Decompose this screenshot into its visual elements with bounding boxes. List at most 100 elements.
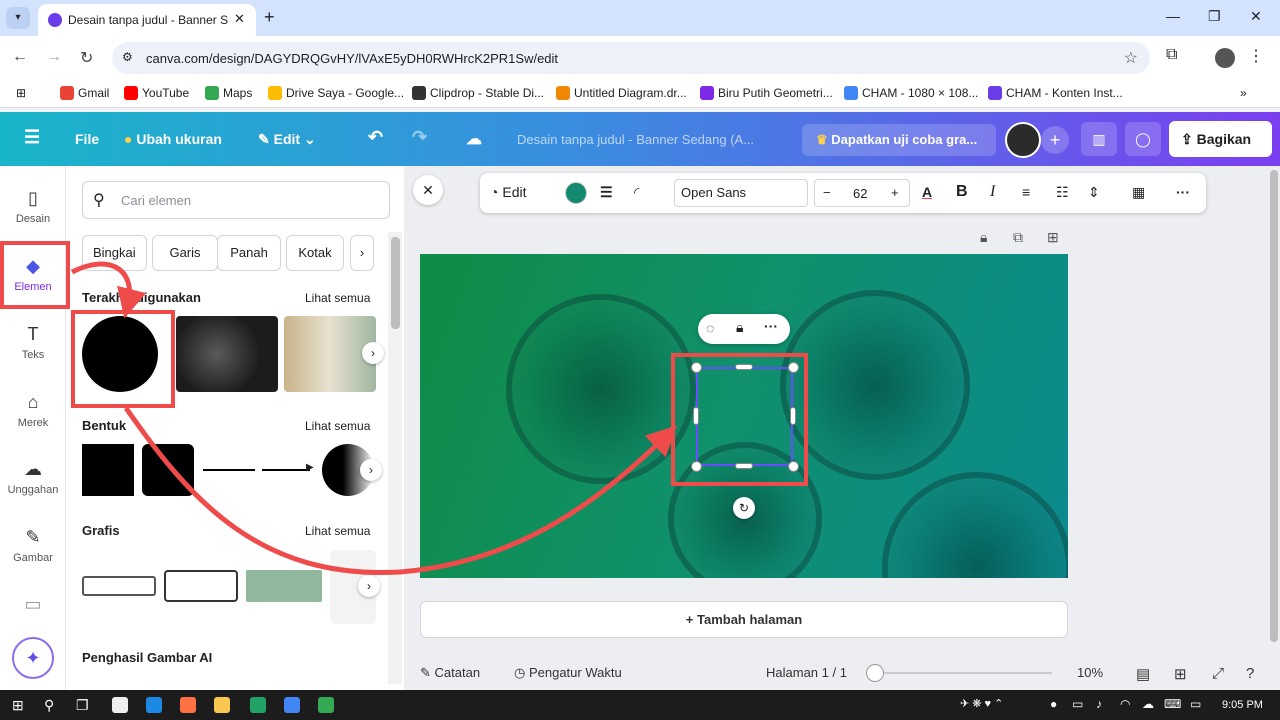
undo-icon[interactable]: ↶ xyxy=(368,127,383,148)
excel-icon[interactable] xyxy=(250,697,266,713)
grid-view-icon[interactable]: ⊞ xyxy=(1174,665,1187,683)
user-avatar[interactable] xyxy=(1005,122,1041,158)
window-close-icon[interactable]: ✕ xyxy=(1250,8,1262,25)
back-icon[interactable]: ← xyxy=(12,48,28,66)
recent-see-all-link[interactable]: Lihat semua xyxy=(305,291,370,305)
volume-icon[interactable]: ♪ xyxy=(1096,697,1102,711)
bookmark-2[interactable]: Maps xyxy=(205,86,252,100)
chip-kotak[interactable]: Kotak xyxy=(286,235,344,271)
restore-icon[interactable]: ❐ xyxy=(1208,8,1221,25)
rail-item-desain[interactable]: ▯ Desain xyxy=(0,188,66,225)
chip-bingkai[interactable]: Bingkai xyxy=(82,235,147,271)
chip-garis[interactable]: Garis xyxy=(152,235,218,271)
share-button[interactable]: ⇪ Bagikan xyxy=(1169,121,1272,157)
graphic-outline-rect-2[interactable] xyxy=(164,570,238,602)
more-options-icon[interactable]: ··· xyxy=(1176,184,1190,200)
bookmark-8[interactable]: CHAM - Konten Inst... xyxy=(988,86,1123,100)
analytics-button[interactable]: ▥ xyxy=(1081,122,1117,156)
resize-button[interactable]: ● Ubah ukuran xyxy=(124,131,222,147)
close-tab-icon[interactable]: ✕ xyxy=(234,11,245,27)
tab-search-button[interactable]: ▾ xyxy=(6,7,30,29)
free-trial-button[interactable]: ♛ Dapatkan uji coba gra... xyxy=(802,124,996,156)
transparency-icon[interactable]: ▦ xyxy=(1132,184,1145,201)
taskbar-clock[interactable]: 9:05 PM xyxy=(1222,699,1263,711)
shapes-see-all-link[interactable]: Lihat semua xyxy=(305,419,370,433)
rail-item-teks[interactable]: T Teks xyxy=(0,324,66,361)
chrome-active-icon[interactable] xyxy=(318,697,334,713)
add-page-icon[interactable]: ⊞ xyxy=(1047,229,1059,246)
url-omnibox[interactable]: ⚙ canva.com/design/DAGYDRQGvHY/lVAxE5yDH… xyxy=(112,42,1150,74)
apps-grid-icon[interactable]: ⊞ xyxy=(16,86,26,100)
search-input[interactable]: ⚲ Cari elemen xyxy=(82,181,390,219)
border-style-icon[interactable]: ☰ xyxy=(600,184,613,201)
rail-item-merek[interactable]: ⌂ Merek xyxy=(0,392,66,429)
more-icon[interactable]: ··· xyxy=(764,318,778,334)
search-icon[interactable]: ⚲ xyxy=(44,697,54,714)
corner-rounding-icon[interactable]: ◜ xyxy=(634,184,639,201)
file-menu[interactable]: File xyxy=(75,131,99,147)
zoom-slider-track[interactable] xyxy=(872,672,1052,674)
firefox-icon[interactable] xyxy=(180,697,196,713)
onedrive-icon[interactable]: ☁ xyxy=(1142,697,1154,711)
battery-icon[interactable]: ▭ xyxy=(1072,697,1083,711)
zoom-level[interactable]: 10% xyxy=(1077,665,1103,680)
bookmark-0[interactable]: Gmail xyxy=(60,86,109,100)
help-icon[interactable]: ? xyxy=(1246,665,1254,682)
new-tab-icon[interactable]: + xyxy=(264,7,275,28)
extensions-icon[interactable]: ⧉ xyxy=(1166,46,1177,64)
edge-icon[interactable] xyxy=(146,697,162,713)
font-size-value[interactable]: 62 xyxy=(853,186,867,201)
edit-menu[interactable]: ✎ Edit ⌄ xyxy=(258,131,316,148)
rail-item-gambar[interactable]: ✎ Gambar xyxy=(0,527,66,564)
duplicate-page-icon[interactable]: ⧉ xyxy=(1013,229,1023,246)
nvidia-icon[interactable]: ● xyxy=(1050,697,1057,711)
task-view-icon[interactable]: ❐ xyxy=(76,697,89,714)
font-size-decrease[interactable]: − xyxy=(823,185,831,200)
browser-tab-canva[interactable]: Desain tanpa judul - Banner Se ✕ xyxy=(38,4,256,36)
bookmark-star-icon[interactable]: ☆ xyxy=(1124,48,1138,68)
chips-next-icon[interactable]: › xyxy=(350,235,374,271)
recent-photo-lenses[interactable] xyxy=(176,316,278,392)
rail-item-unggahan[interactable]: ☁ Unggahan xyxy=(0,459,66,496)
shape-line[interactable] xyxy=(203,469,255,471)
reload-icon[interactable]: ↻ xyxy=(80,48,93,68)
chrome-profile-avatar[interactable] xyxy=(1215,48,1235,68)
forward-icon[interactable]: → xyxy=(46,48,62,66)
bookmark-5[interactable]: Untitled Diagram.dr... xyxy=(556,86,687,100)
font-size-increase[interactable]: + xyxy=(891,185,899,200)
comments-button[interactable]: ◯ xyxy=(1125,122,1161,156)
main-menu-icon[interactable]: ☰ xyxy=(24,127,40,148)
add-collaborator-button[interactable]: + xyxy=(1041,126,1069,154)
editor-scrollbar[interactable] xyxy=(1270,170,1278,642)
text-color-icon[interactable]: A xyxy=(922,184,932,200)
lock-icon[interactable]: 🔒︎ xyxy=(736,319,743,336)
cloud-save-icon[interactable]: ☁ xyxy=(466,129,482,149)
minimize-icon[interactable]: — xyxy=(1166,8,1180,24)
timer-button[interactable]: ◷ Pengatur Waktu xyxy=(514,665,622,681)
rail-item-folder[interactable]: ▭ xyxy=(0,594,66,619)
edit-shape-button[interactable]: ◔ Edit xyxy=(490,184,526,200)
magic-sparkle-button[interactable]: ✦ xyxy=(12,637,54,679)
italic-icon[interactable]: I xyxy=(990,183,995,201)
graphic-outline-rect-1[interactable] xyxy=(82,576,156,596)
fill-color-swatch[interactable] xyxy=(565,182,587,204)
bold-icon[interactable]: B xyxy=(956,183,968,201)
bookmark-1[interactable]: YouTube xyxy=(124,86,189,100)
line-spacing-icon[interactable]: ⇕ xyxy=(1088,184,1100,201)
panel-scroll-thumb[interactable] xyxy=(391,237,400,329)
bookmark-6[interactable]: Biru Putih Geometri... xyxy=(700,86,833,100)
redo-icon[interactable]: ↷ xyxy=(412,127,427,148)
comment-add-icon[interactable]: ◌ xyxy=(706,320,714,336)
document-title[interactable]: Desain tanpa judul - Banner Sedang (A... xyxy=(517,132,777,147)
font-family-select[interactable]: Open Sans xyxy=(674,179,808,207)
recent-next-icon[interactable]: › xyxy=(362,342,384,364)
shape-arrow-line[interactable] xyxy=(262,469,310,471)
align-center-icon[interactable]: ≡ xyxy=(1022,184,1030,200)
file-explorer-icon[interactable] xyxy=(214,697,230,713)
bookmark-7[interactable]: CHAM - 1080 × 108... xyxy=(844,86,978,100)
rotate-handle-icon[interactable]: ↻ xyxy=(733,497,755,519)
chrome-icon[interactable] xyxy=(284,697,300,713)
display-icon[interactable]: ▭ xyxy=(1190,697,1201,711)
font-size-stepper[interactable]: − 62 + xyxy=(814,179,910,207)
shape-rounded-square[interactable] xyxy=(142,444,194,496)
